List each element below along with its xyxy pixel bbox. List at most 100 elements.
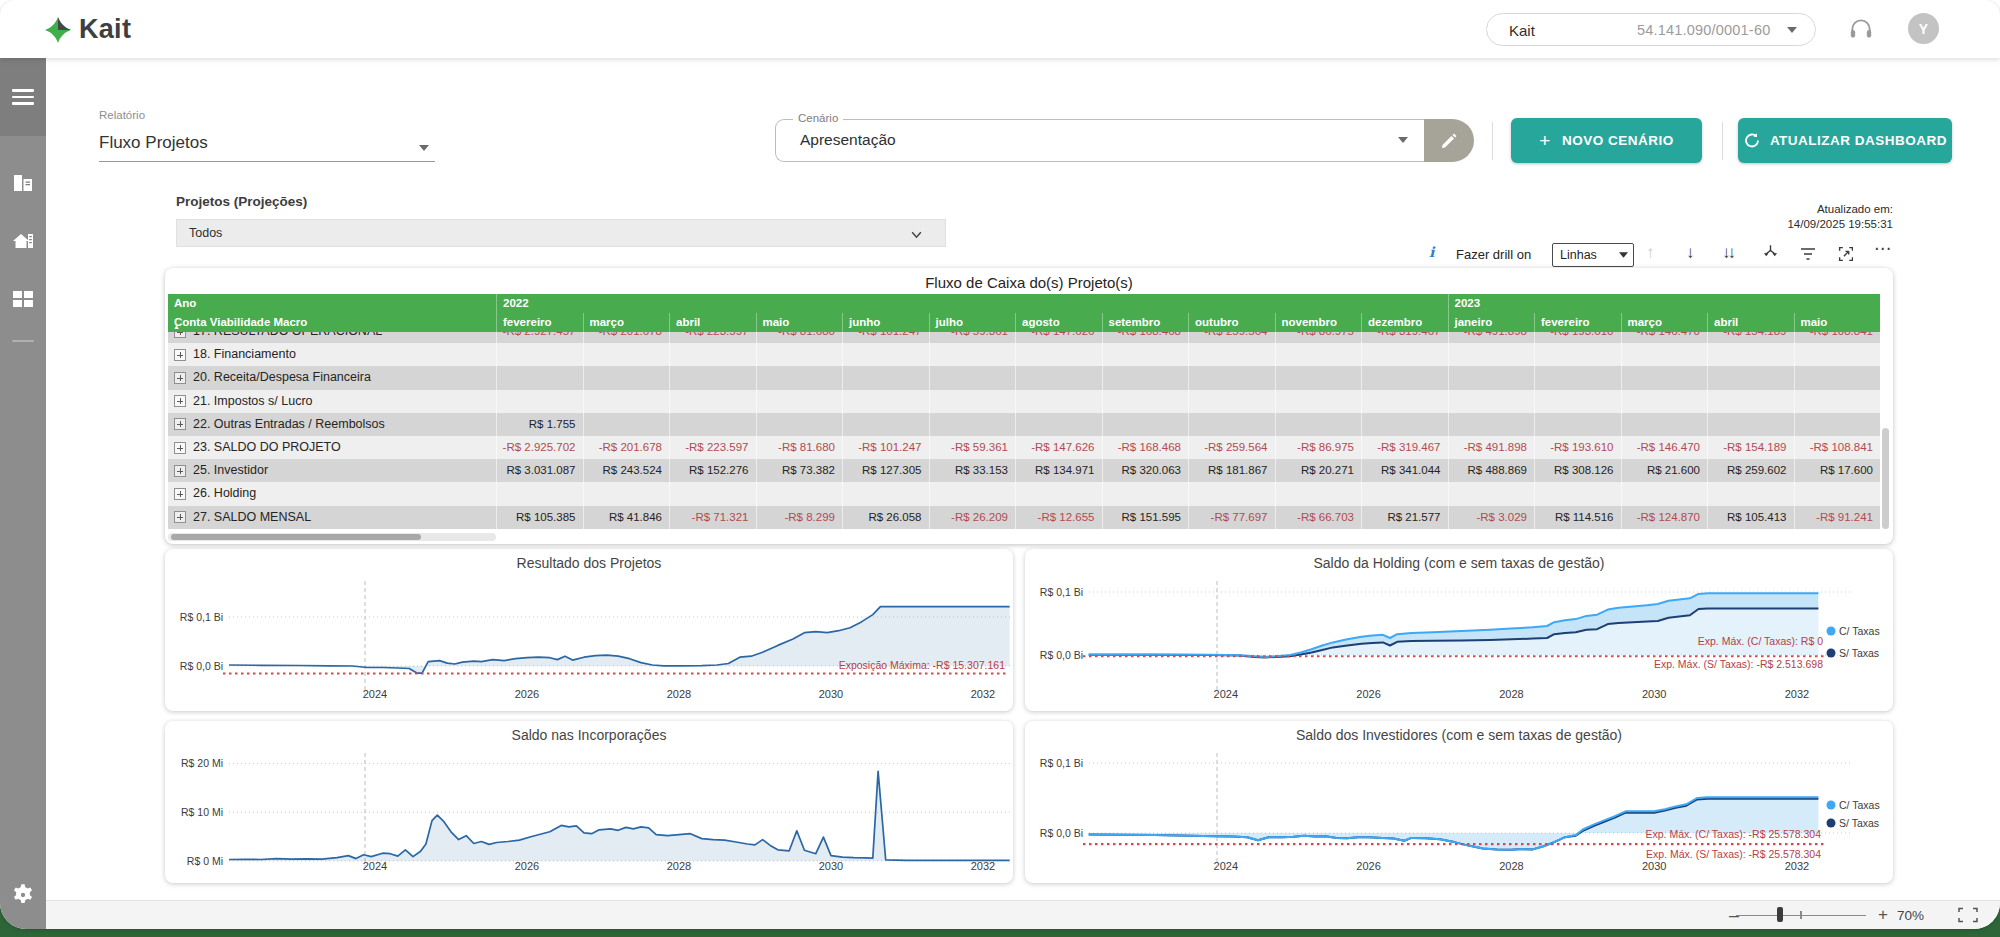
table-cell[interactable]: R$ 26.058 (842, 506, 929, 529)
table-cell[interactable] (1015, 413, 1102, 436)
table-cell[interactable] (669, 366, 756, 389)
table-cell[interactable] (1621, 413, 1708, 436)
table-row[interactable]: 23. SALDO DO PROJETO-R$ 2.925.702-R$ 201… (168, 436, 1880, 459)
table-cell[interactable] (496, 366, 583, 389)
table-cell[interactable]: -R$ 201.678 (583, 436, 670, 459)
expand-row-icon[interactable] (174, 488, 186, 500)
company-selector[interactable]: Kait 54.141.090/0001-60 (1486, 13, 1816, 46)
table-cell[interactable] (583, 390, 670, 413)
table-cell[interactable] (1621, 366, 1708, 389)
table-cell[interactable] (1707, 413, 1794, 436)
sidebar-item-dashboard[interactable] (0, 287, 46, 311)
table-cell[interactable] (496, 482, 583, 505)
expand-row-icon[interactable] (174, 395, 186, 407)
table-cell[interactable] (1794, 343, 1881, 366)
table-cell[interactable]: -R$ 66.703 (1275, 506, 1362, 529)
sidebar-menu-toggle[interactable] (0, 58, 46, 136)
table-cell[interactable] (1102, 343, 1189, 366)
table-cell[interactable] (1275, 390, 1362, 413)
table-cell[interactable]: R$ 308.126 (1534, 459, 1621, 482)
refresh-dashboard-button[interactable]: ATUALIZAR DASHBOARD (1738, 118, 1952, 163)
info-icon[interactable]: i (1429, 244, 1434, 260)
more-options-icon[interactable]: ⋯ (1874, 238, 1891, 259)
table-cell[interactable] (669, 482, 756, 505)
table-cell[interactable] (1534, 366, 1621, 389)
table-cell[interactable] (929, 413, 1016, 436)
table-cell[interactable]: R$ 259.602 (1707, 459, 1794, 482)
drill-down-icon[interactable]: ↓ (1686, 243, 1695, 263)
chart-saldo-incorporacoes[interactable]: Saldo nas Incorporações R$ 20 MiR$ 10 Mi… (165, 721, 1013, 883)
table-row[interactable]: 27. SALDO MENSALR$ 105.385R$ 41.846-R$ 7… (168, 506, 1880, 529)
table-cell[interactable] (756, 413, 843, 436)
table-cell[interactable]: R$ 41.846 (583, 506, 670, 529)
header-month[interactable]: setembro (1102, 313, 1189, 332)
zoom-in-button[interactable]: + (1878, 905, 1888, 925)
table-cell[interactable] (1015, 390, 1102, 413)
header-month[interactable]: agosto (1015, 313, 1102, 332)
table-cell[interactable] (842, 366, 929, 389)
table-cell[interactable] (1621, 482, 1708, 505)
table-cell[interactable] (496, 343, 583, 366)
table-cell[interactable] (1275, 343, 1362, 366)
table-cell[interactable] (1102, 366, 1189, 389)
table-cell[interactable]: -R$ 193.610 (1534, 436, 1621, 459)
table-row[interactable]: 18. Financiamento (168, 343, 1880, 366)
table-cell[interactable]: -R$ 147.626 (1015, 436, 1102, 459)
table-cell[interactable] (1361, 413, 1448, 436)
avatar[interactable]: Y (1908, 13, 1939, 44)
table-cell[interactable] (756, 343, 843, 366)
drill-down-all-icon[interactable]: ↓↓ (1722, 243, 1733, 263)
table-cell[interactable] (1707, 366, 1794, 389)
new-scenario-button[interactable]: + NOVO CENÁRIO (1511, 118, 1702, 163)
table-cell[interactable] (1361, 343, 1448, 366)
table-cell[interactable]: R$ 181.867 (1188, 459, 1275, 482)
table-cell[interactable] (1275, 366, 1362, 389)
scenario-caret-icon[interactable] (1398, 137, 1408, 143)
table-cell[interactable]: R$ 1.755 (496, 413, 583, 436)
expand-next-level-icon[interactable] (1762, 243, 1779, 265)
table-cell[interactable] (1707, 343, 1794, 366)
table-cell[interactable]: R$ 243.524 (583, 459, 670, 482)
report-caret-icon[interactable] (419, 145, 429, 151)
table-cell[interactable]: -R$ 81.680 (756, 332, 843, 343)
table-cell[interactable] (1361, 482, 1448, 505)
projects-filter-select[interactable]: Todos (176, 219, 946, 247)
table-cell[interactable] (842, 413, 929, 436)
header-month[interactable]: julho (929, 313, 1016, 332)
horizontal-scrollbar[interactable] (168, 533, 496, 541)
table-cell[interactable]: -R$ 124.870 (1621, 506, 1708, 529)
table-cell[interactable]: -R$ 101.247 (842, 436, 929, 459)
table-cell[interactable]: -R$ 146.470 (1621, 332, 1708, 343)
table-cell[interactable]: -R$ 86.975 (1275, 436, 1362, 459)
table-cell[interactable]: -R$ 168.468 (1102, 332, 1189, 343)
table-cell[interactable]: -R$ 491.898 (1448, 332, 1535, 343)
table-cell[interactable]: R$ 151.595 (1102, 506, 1189, 529)
chart-resultado-projetos[interactable]: Resultado dos Projetos R$ 0,1 BiR$ 0,0 B… (165, 549, 1013, 711)
table-cell[interactable] (1707, 482, 1794, 505)
table-cell[interactable]: -R$ 146.470 (1621, 436, 1708, 459)
header-month[interactable]: outubro (1188, 313, 1275, 332)
header-month[interactable]: março (1621, 313, 1708, 332)
table-cell[interactable] (929, 482, 1016, 505)
table-cell[interactable] (1448, 343, 1535, 366)
table-row[interactable]: 17. RESULTADO OPERACIONAL-R$ 2.927.457-R… (168, 332, 1880, 343)
table-cell[interactable] (1534, 343, 1621, 366)
table-cell[interactable] (1448, 413, 1535, 436)
expand-row-icon[interactable] (174, 511, 186, 523)
sidebar-item-projects[interactable] (0, 229, 46, 253)
table-cell[interactable]: -R$ 81.680 (756, 436, 843, 459)
table-cell[interactable] (496, 390, 583, 413)
table-cell[interactable] (583, 413, 670, 436)
sidebar-item-reports[interactable] (0, 171, 46, 195)
support-icon[interactable] (1848, 16, 1874, 46)
expand-row-icon[interactable] (174, 349, 186, 361)
table-cell[interactable]: R$ 152.276 (669, 459, 756, 482)
table-cell[interactable]: -R$ 193.610 (1534, 332, 1621, 343)
table-row[interactable]: 22. Outras Entradas / ReembolsosR$ 1.755 (168, 413, 1880, 436)
table-cell[interactable]: -R$ 91.241 (1794, 506, 1881, 529)
table-cell[interactable]: -R$ 223.597 (669, 332, 756, 343)
table-cell[interactable] (929, 343, 1016, 366)
table-cell[interactable] (756, 390, 843, 413)
table-cell[interactable] (583, 482, 670, 505)
header-month[interactable]: maio (756, 313, 843, 332)
